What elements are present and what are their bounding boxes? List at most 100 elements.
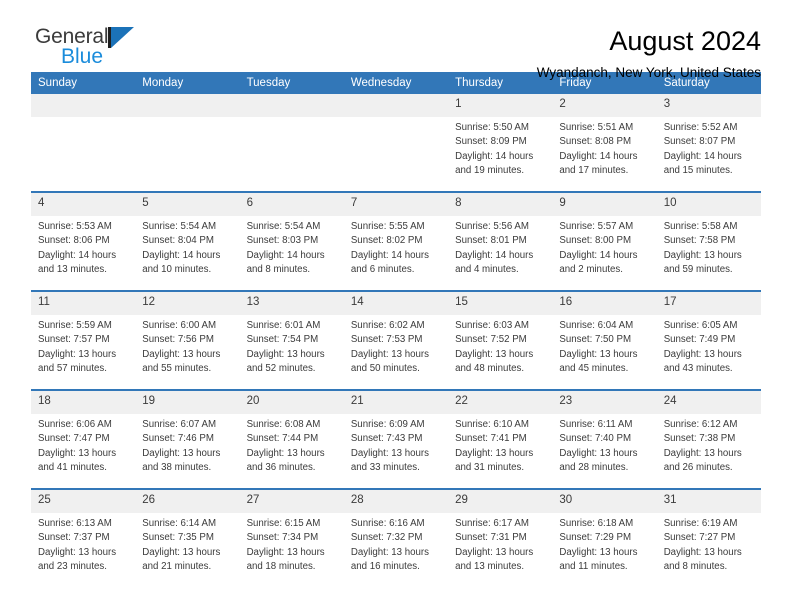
day-number-28[interactable]: 28 [343,490,449,513]
weekday-header-sunday: Sunday [31,72,136,94]
day-detail-line: Daylight: 13 hours [455,546,534,558]
day-details-3: Sunrise: 5:52 AM Sunset: 8:07 PM Daylight:… [656,117,761,191]
day-detail-line: Sunrise: 6:17 AM [455,518,529,529]
day-detail-line: and 26 minutes. [663,461,733,473]
day-number-25[interactable]: 25 [31,490,136,513]
calendar-table: Sunday Monday Tuesday Wednesday Thursday Frid… [31,72,761,587]
brand-logo[interactable]: General Blue [31,26,135,67]
day-number-27[interactable]: 27 [239,490,344,513]
day-number-9[interactable]: 9 [552,193,657,216]
day-number-6[interactable]: 6 [239,193,344,216]
day-details-28: Sunrise: 6:16 AM Sunset: 7:32 PM Daylight:… [343,513,449,587]
day-details-2: Sunrise: 5:51 AM Sunset: 8:08 PM Daylight:… [552,117,657,191]
day-number-20[interactable]: 20 [239,391,344,414]
day-detail-line: Sunset: 7:43 PM [350,433,423,445]
day-detail-line: Sunset: 7:31 PM [455,532,527,544]
day-number-16[interactable]: 16 [552,292,657,315]
day-detail-line: Sunrise: 6:07 AM [142,419,217,430]
day-details-16: Sunrise: 6:04 AM Sunset: 7:50 PM Daylight:… [552,315,657,389]
day-detail-line: Daylight: 13 hours [663,546,742,558]
day-number-10[interactable]: 10 [656,193,761,216]
day-number-22[interactable]: 22 [448,391,553,414]
day-detail-line: Sunset: 8:07 PM [663,136,736,148]
day-detail-line: and 41 minutes. [38,461,107,473]
day-detail-line: Daylight: 14 hours [559,249,638,261]
day-detail-line: Sunset: 8:00 PM [559,235,632,247]
day-number-15[interactable]: 15 [448,292,553,315]
day-detail-line: and 8 minutes. [663,560,728,572]
day-detail-line: Sunset: 7:34 PM [246,532,319,544]
day-detail-line: and 33 minutes. [350,461,420,473]
day-detail-line: Sunset: 7:50 PM [559,334,632,346]
day-number-19[interactable]: 19 [135,391,240,414]
day-detail-line: Sunrise: 6:12 AM [663,419,738,430]
day-details-18: Sunrise: 6:06 AM Sunset: 7:47 PM Daylight:… [31,414,136,488]
day-detail-line: Daylight: 13 hours [246,348,325,360]
day-detail-line: and 13 minutes. [38,263,107,275]
day-detail-line: Daylight: 13 hours [142,447,221,459]
day-detail-line: Sunrise: 5:54 AM [142,221,217,232]
day-detail-line: and 19 minutes. [455,164,525,176]
day-number-29[interactable]: 29 [448,490,553,513]
day-details-31: Sunrise: 6:19 AM Sunset: 7:27 PM Daylight:… [656,513,761,587]
day-detail-line: Sunset: 8:06 PM [38,235,110,247]
day-detail-line: and 21 minutes. [142,560,212,572]
day-detail-line: Sunrise: 6:03 AM [455,320,529,331]
day-number-14[interactable]: 14 [343,292,449,315]
day-number-23[interactable]: 23 [552,391,657,414]
day-detail-line: Daylight: 13 hours [38,546,117,558]
day-detail-line: and 4 minutes. [455,263,519,275]
day-number-12[interactable]: 12 [135,292,240,315]
weekday-header-monday: Monday [135,72,240,94]
day-detail-line: Sunrise: 6:05 AM [663,320,738,331]
day-number-2[interactable]: 2 [552,94,657,117]
day-detail-line: Sunset: 7:35 PM [142,532,214,544]
day-number-11[interactable]: 11 [31,292,136,315]
day-detail-line: Sunset: 7:56 PM [142,334,214,346]
day-number-13[interactable]: 13 [239,292,344,315]
day-number-3[interactable]: 3 [656,94,761,117]
day-details-1: Sunrise: 5:50 AM Sunset: 8:09 PM Daylight:… [448,117,553,191]
day-detail-line: and 18 minutes. [246,560,316,572]
day-detail-line: Sunset: 8:02 PM [350,235,423,247]
day-detail-line: Daylight: 14 hours [350,249,429,261]
day-detail-line: Sunset: 7:52 PM [455,334,527,346]
day-number-30[interactable]: 30 [552,490,657,513]
day-detail-line: Daylight: 14 hours [455,150,534,162]
day-details-empty [31,117,136,191]
day-number-1[interactable]: 1 [448,94,553,117]
day-number-8[interactable]: 8 [448,193,553,216]
day-detail-line: Sunset: 7:38 PM [663,433,736,445]
day-details-22: Sunrise: 6:10 AM Sunset: 7:41 PM Daylight:… [448,414,553,488]
day-detail-line: Sunrise: 6:19 AM [663,518,738,529]
day-detail-line: Sunset: 8:01 PM [455,235,527,247]
day-number-4[interactable]: 4 [31,193,136,216]
day-details-19: Sunrise: 6:07 AM Sunset: 7:46 PM Daylight:… [135,414,240,488]
week-detail-row: Sunrise: 5:59 AM Sunset: 7:57 PM Daylight:… [31,315,761,389]
day-detail-line: Sunrise: 5:51 AM [559,122,634,133]
day-number-21[interactable]: 21 [343,391,449,414]
day-detail-line: and 45 minutes. [559,362,629,374]
day-detail-line: Sunrise: 5:57 AM [559,221,634,232]
day-detail-line: Sunrise: 6:16 AM [350,518,425,529]
day-details-empty [343,117,449,191]
day-detail-line: and 31 minutes. [455,461,525,473]
day-detail-line: and 15 minutes. [663,164,733,176]
day-details-11: Sunrise: 5:59 AM Sunset: 7:57 PM Daylight:… [31,315,136,389]
day-number-31[interactable]: 31 [656,490,761,513]
day-detail-line: and 43 minutes. [663,362,733,374]
day-number-5[interactable]: 5 [135,193,240,216]
day-number-26[interactable]: 26 [135,490,240,513]
day-details-7: Sunrise: 5:55 AM Sunset: 8:02 PM Daylight:… [343,216,449,290]
day-detail-line: Daylight: 13 hours [663,249,742,261]
day-number-24[interactable]: 24 [656,391,761,414]
week-daynumber-row: 4 5 6 7 8 9 10 [31,193,761,216]
day-details-30: Sunrise: 6:18 AM Sunset: 7:29 PM Daylight:… [552,513,657,587]
day-detail-line: and 52 minutes. [246,362,316,374]
day-detail-line: Daylight: 13 hours [663,348,742,360]
day-details-21: Sunrise: 6:09 AM Sunset: 7:43 PM Daylight:… [343,414,449,488]
day-detail-line: Daylight: 13 hours [350,447,429,459]
day-number-7[interactable]: 7 [343,193,449,216]
day-number-18[interactable]: 18 [31,391,136,414]
day-number-17[interactable]: 17 [656,292,761,315]
